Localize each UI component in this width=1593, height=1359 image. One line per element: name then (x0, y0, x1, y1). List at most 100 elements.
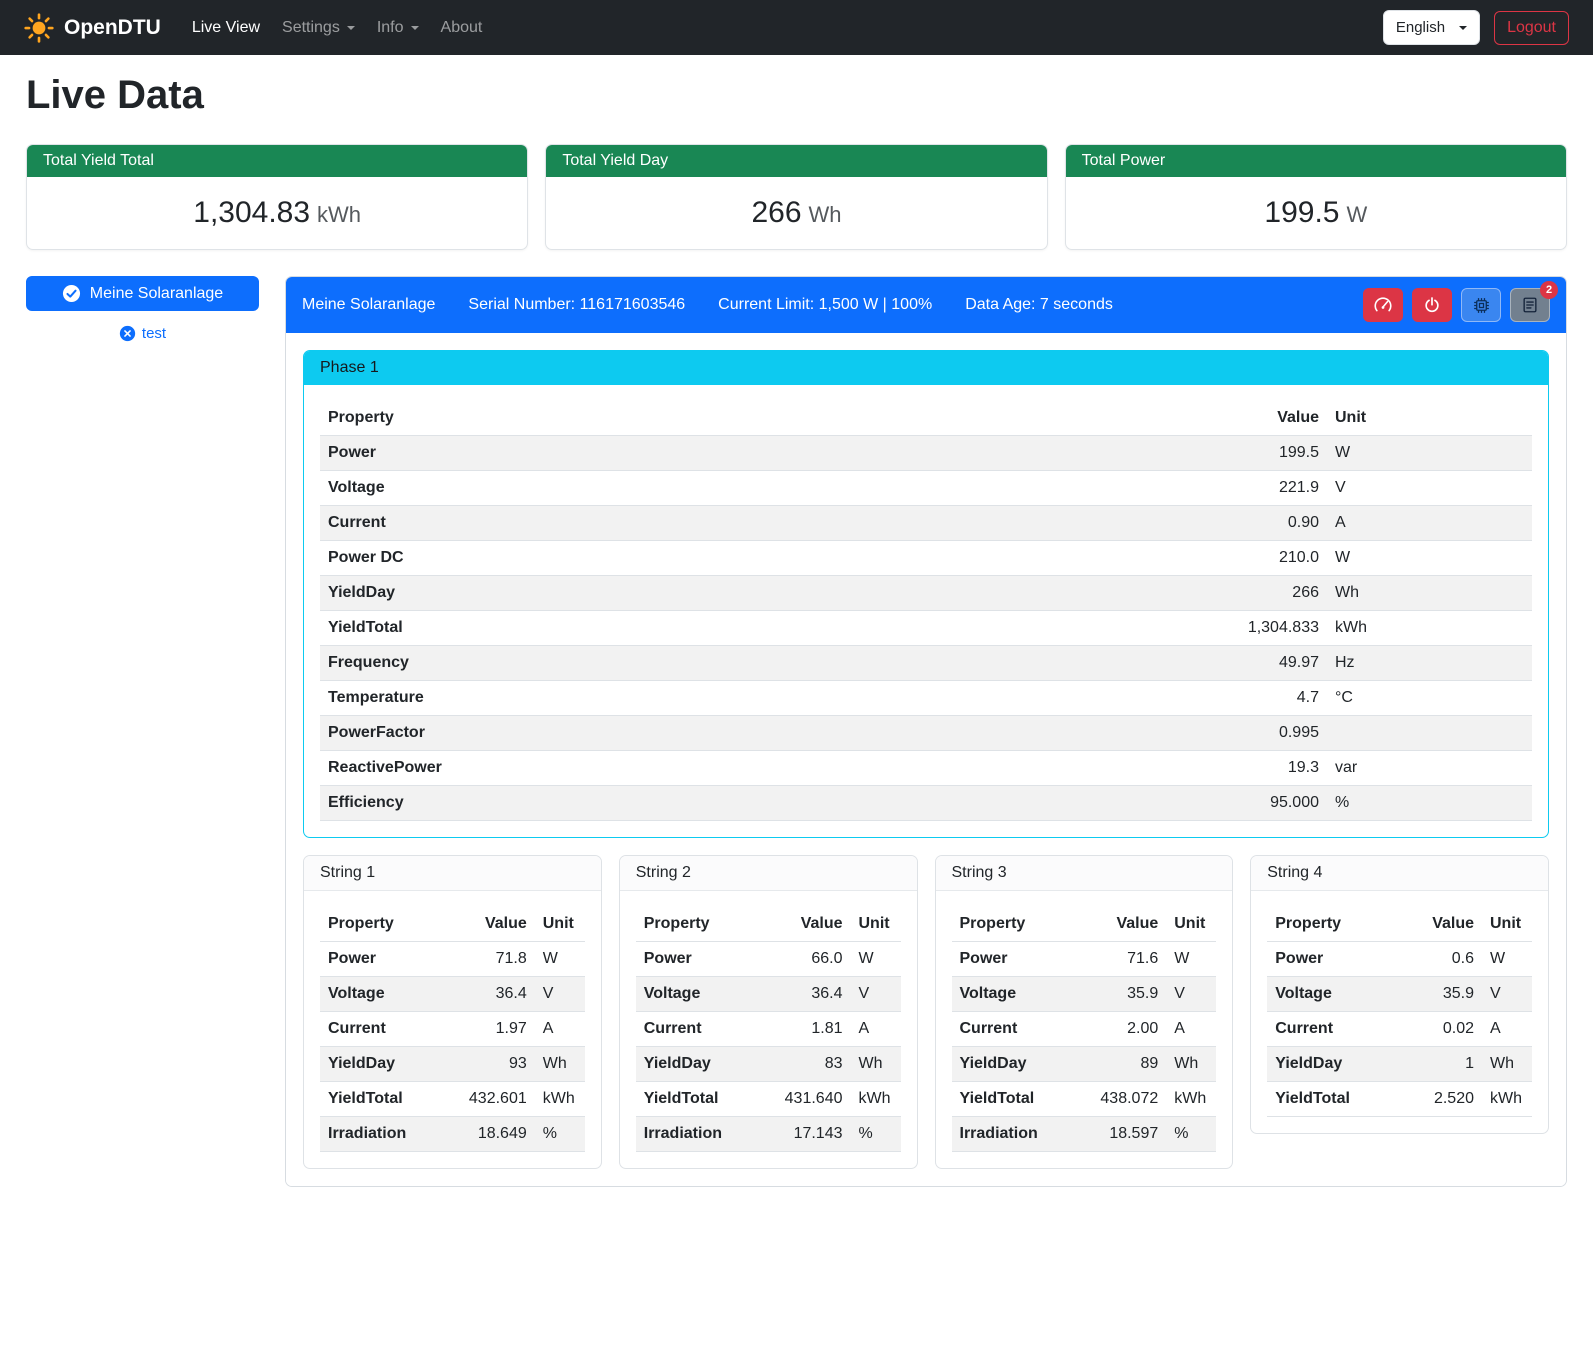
limit-settings-button[interactable] (1363, 288, 1403, 322)
value-cell: 1,304.833 (922, 611, 1327, 646)
property-cell: Current (1267, 1012, 1398, 1047)
inverter-panel-header: Meine Solaranlage Serial Number: 1161716… (286, 277, 1566, 333)
language-select[interactable]: English (1383, 10, 1480, 45)
column-header-unit: Unit (535, 907, 585, 942)
total-yield-day-card: Total Yield Day 266Wh (545, 144, 1047, 250)
nav-settings-label: Settings (282, 19, 340, 37)
table-row: Irradiation 18.649 % (320, 1117, 585, 1152)
value-cell: 93 (440, 1047, 534, 1082)
property-cell: YieldDay (320, 1047, 440, 1082)
brand[interactable]: OpenDTU (24, 13, 161, 43)
table-header-row: Property Value Unit (320, 401, 1532, 436)
value-cell: 17.143 (756, 1117, 850, 1152)
inverter-select-label: Meine Solaranlage (90, 285, 223, 303)
string-card-title: String 1 (304, 856, 601, 891)
table-row: Irradiation 17.143 % (636, 1117, 901, 1152)
table-row: Frequency 49.97 Hz (320, 646, 1532, 681)
data-age: Data Age: 7 seconds (965, 296, 1113, 314)
power-button[interactable] (1412, 288, 1452, 322)
column-header-unit: Unit (851, 907, 901, 942)
event-log-button[interactable]: 2 (1510, 288, 1550, 322)
table-header-row: Property Value Unit (952, 907, 1217, 942)
column-header-unit: Unit (1166, 907, 1216, 942)
unit-cell: W (535, 942, 585, 977)
property-cell: ReactivePower (320, 751, 922, 786)
property-cell: Current (636, 1012, 756, 1047)
test-inverter-link[interactable]: test (26, 325, 259, 342)
property-cell: Current (320, 1012, 440, 1047)
table-header-row: Property Value Unit (320, 907, 585, 942)
table-row: YieldDay 93 Wh (320, 1047, 585, 1082)
unit-cell: V (1482, 977, 1532, 1012)
value-cell: 266 (922, 576, 1327, 611)
value-cell: 4.7 (922, 681, 1327, 716)
cpu-icon (1472, 296, 1491, 315)
property-cell: Current (952, 1012, 1072, 1047)
value-cell: 36.4 (756, 977, 850, 1012)
value-cell: 0.6 (1398, 942, 1482, 977)
unit-cell: kWh (1327, 611, 1532, 646)
device-info-button[interactable] (1461, 288, 1501, 322)
table-row: YieldTotal 1,304.833 kWh (320, 611, 1532, 646)
unit-cell: W (1482, 942, 1532, 977)
unit-cell: A (1327, 506, 1532, 541)
page-title: Live Data (26, 73, 1567, 118)
table-header-row: Property Value Unit (636, 907, 901, 942)
chevron-down-icon (1459, 26, 1467, 30)
property-cell: Frequency (320, 646, 922, 681)
string-3-table: Property Value Unit Power (952, 907, 1217, 1152)
value-cell: 71.8 (440, 942, 534, 977)
unit-cell: kWh (1482, 1082, 1532, 1117)
value-cell: 199.5 (922, 436, 1327, 471)
property-cell: YieldTotal (636, 1082, 756, 1117)
nav-live-view[interactable]: Live View (183, 11, 269, 45)
table-row: Current 0.90 A (320, 506, 1532, 541)
table-row: YieldTotal 431.640 kWh (636, 1082, 901, 1117)
brand-name: OpenDTU (64, 16, 161, 40)
event-count-badge: 2 (1540, 281, 1558, 299)
sun-logo-icon (24, 13, 54, 43)
value-cell: 432.601 (440, 1082, 534, 1117)
unit-cell (1327, 716, 1532, 751)
check-circle-icon (62, 284, 81, 303)
table-row: YieldDay 89 Wh (952, 1047, 1217, 1082)
panel-actions: 2 (1363, 288, 1550, 322)
table-row: Current 2.00 A (952, 1012, 1217, 1047)
value-cell: 35.9 (1072, 977, 1166, 1012)
property-cell: Voltage (320, 471, 922, 506)
unit-cell: Wh (1482, 1047, 1532, 1082)
summary-row: Total Yield Total 1,304.83kWh Total Yiel… (26, 144, 1567, 250)
string-4-table: Property Value Unit Power (1267, 907, 1532, 1117)
value-cell: 66.0 (756, 942, 850, 977)
inverter-sidebar: Meine Solaranlage test (26, 276, 259, 342)
table-row: Voltage 36.4 V (320, 977, 585, 1012)
column-header-property: Property (636, 907, 756, 942)
inverter-select-button[interactable]: Meine Solaranlage (26, 276, 259, 311)
inverter-panel: Meine Solaranlage Serial Number: 1161716… (285, 276, 1567, 1187)
chevron-down-icon (411, 26, 419, 30)
value-cell: 0.995 (922, 716, 1327, 751)
table-row: Current 1.81 A (636, 1012, 901, 1047)
value-cell: 0.90 (922, 506, 1327, 541)
phase-1-card: Phase 1 Property Value Unit (303, 350, 1549, 838)
nav-about[interactable]: About (432, 11, 492, 45)
column-header-property: Property (1267, 907, 1398, 942)
nav-info[interactable]: Info (368, 11, 428, 45)
nav-settings[interactable]: Settings (273, 11, 364, 45)
unit-cell: V (851, 977, 901, 1012)
unit-cell: A (535, 1012, 585, 1047)
strings-row: String 1 Property Value Unit (303, 855, 1549, 1169)
table-row: Voltage 221.9 V (320, 471, 1532, 506)
table-row: YieldTotal 432.601 kWh (320, 1082, 585, 1117)
property-cell: YieldDay (636, 1047, 756, 1082)
table-row: Current 0.02 A (1267, 1012, 1532, 1047)
logout-button[interactable]: Logout (1494, 11, 1569, 45)
value-cell: 36.4 (440, 977, 534, 1012)
string-card-title: String 3 (936, 856, 1233, 891)
unit-cell: W (851, 942, 901, 977)
phase-table: Property Value Unit Power (320, 401, 1532, 821)
unit-cell: var (1327, 751, 1532, 786)
total-power-card: Total Power 199.5W (1065, 144, 1567, 250)
string-card-title: String 2 (620, 856, 917, 891)
property-cell: Irradiation (636, 1117, 756, 1152)
